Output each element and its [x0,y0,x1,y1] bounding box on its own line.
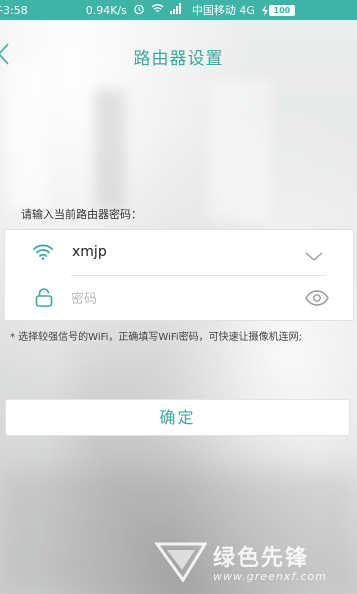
watermark-name: 绿色先锋 [213,546,310,571]
watermark: 绿色先锋 www.greenxf.com [154,540,355,590]
battery-indicator: 100 [261,4,295,16]
background-shape [95,90,125,210]
charging-icon [261,4,268,16]
confirm-button[interactable]: 确定 [5,399,350,436]
carrier-label: 中国移动 4G [191,4,255,17]
status-time: 午3:58 [0,4,28,17]
background-shape [210,80,270,220]
network-speed: 0.94K/s [85,3,127,17]
watermark-logo-icon [154,540,208,588]
wifi-tip-note: * 选择较强信号的WiFi，正确填写WiFi密码，可快速让摄像机连网; [10,332,303,343]
ssid-row[interactable]: xmjp [5,230,353,275]
lock-icon [35,288,53,312]
watermark-url: www.greenxf.com [213,570,327,583]
signal-icon [169,3,182,17]
eye-icon[interactable] [305,290,329,310]
title-bar: 路由器设置 [0,20,357,90]
chevron-down-icon[interactable] [305,247,323,266]
password-field[interactable] [71,288,281,310]
password-prompt: 请输入当前路由器密码： [21,208,142,221]
password-row [5,276,353,321]
wifi-icon [32,243,54,264]
page-title: 路由器设置 [133,49,224,69]
battery-level: 100 [268,4,295,16]
ssid-value: xmjp [72,244,107,260]
wifi-status-icon [151,3,164,17]
status-bar: 午3:58 0.94K/s 中国移动 4G 100 [0,0,357,20]
wifi-form-card: xmjp [4,229,354,321]
alarm-icon [133,3,145,18]
